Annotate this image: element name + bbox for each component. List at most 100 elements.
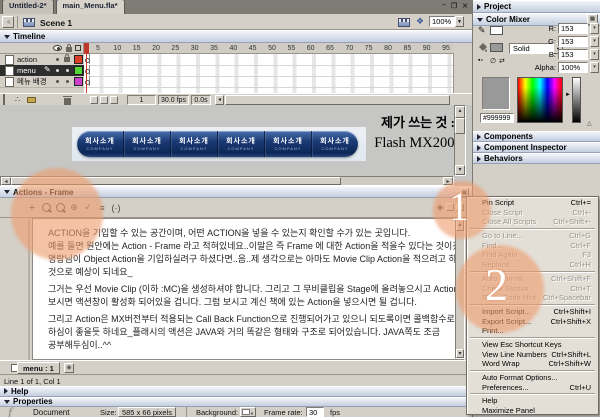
add-action-button[interactable]: + bbox=[26, 202, 38, 214]
menu-item[interactable]: Print... bbox=[468, 326, 597, 336]
component-inspector-panel-header[interactable]: Component Inspector bbox=[473, 142, 600, 153]
channel-stepper-button[interactable]: ▾ bbox=[590, 62, 599, 73]
framerate-input[interactable]: 30 bbox=[306, 407, 324, 417]
layer-outline-swatch[interactable] bbox=[74, 66, 83, 75]
onion-skin-outlines-button[interactable] bbox=[100, 96, 108, 104]
project-panel-header[interactable]: Project bbox=[473, 0, 600, 13]
stage-area[interactable]: 회사소개COMPANY회사소개COMPANY회사소개COMPANY회사소개COM… bbox=[0, 105, 472, 186]
layer-visible-dot[interactable] bbox=[56, 80, 59, 83]
back-button[interactable]: ◄ bbox=[2, 16, 14, 28]
scroll-left-arrow[interactable]: ◂ bbox=[1, 177, 11, 185]
debug-options-button[interactable]: ◈ bbox=[434, 202, 446, 214]
menu-item[interactable]: View Line NumbersCtrl+Shift+L bbox=[468, 350, 597, 360]
layer-visible-dot[interactable] bbox=[56, 58, 59, 61]
layer-row-menu-bg[interactable]: 메뉴 배경 bbox=[0, 76, 84, 88]
nav-item-company[interactable]: 회사소개COMPANY bbox=[312, 131, 358, 157]
lock-all-icon[interactable] bbox=[66, 47, 72, 52]
components-panel-header[interactable]: Components bbox=[473, 131, 600, 142]
nav-item-company[interactable]: 회사소개COMPANY bbox=[171, 131, 218, 157]
color-channel-input[interactable]: 100% bbox=[558, 62, 588, 73]
menu-item[interactable]: Import Script...Ctrl+Shift+I bbox=[468, 307, 597, 317]
show-code-hint-button[interactable]: (·) bbox=[110, 202, 122, 214]
menu-item[interactable]: Maximize Panel bbox=[468, 406, 597, 416]
view-options-button[interactable] bbox=[446, 203, 454, 211]
nav-item-company[interactable]: 회사소개COMPANY bbox=[124, 131, 171, 157]
color-channel-input[interactable]: 153 bbox=[558, 36, 588, 47]
scroll-down-arrow[interactable]: ▾ bbox=[456, 349, 464, 358]
edit-multiple-frames-button[interactable] bbox=[110, 96, 118, 104]
frame-rate-field[interactable]: 30.0 fps bbox=[158, 95, 189, 105]
help-panel-header[interactable]: Help bbox=[0, 386, 472, 397]
nav-item-company[interactable]: 회사소개COMPANY bbox=[218, 131, 265, 157]
pin-script-icon[interactable]: ◉ bbox=[64, 363, 74, 373]
channel-stepper-button[interactable]: ▾ bbox=[590, 23, 599, 34]
keyframe-cell[interactable] bbox=[84, 65, 90, 75]
no-color-icon[interactable]: ∅ bbox=[490, 57, 496, 65]
layer-outline-swatch[interactable] bbox=[74, 55, 83, 64]
stroke-color-swatch[interactable] bbox=[490, 26, 503, 35]
insert-target-path-button[interactable]: ⊕ bbox=[68, 202, 80, 214]
scroll-up-arrow[interactable]: ▴ bbox=[456, 220, 464, 231]
timeline-scrollbar-thumb[interactable] bbox=[225, 95, 450, 105]
brightness-slider[interactable] bbox=[572, 77, 581, 123]
fill-color-bucket-icon[interactable] bbox=[478, 42, 488, 52]
tab-untitled-2[interactable]: Untitled-2* bbox=[2, 0, 54, 14]
layer-lock-dot[interactable] bbox=[66, 80, 69, 83]
swap-colors-icon[interactable]: ⇄ bbox=[499, 57, 505, 65]
edit-scene-icon[interactable] bbox=[398, 18, 410, 27]
scroll-down-arrow[interactable]: ▾ bbox=[455, 165, 465, 175]
menu-item[interactable]: Preferences...Ctrl+U bbox=[468, 383, 597, 393]
script-tab-menu[interactable]: menu : 1 bbox=[17, 362, 60, 374]
stage-nav-bar[interactable]: 회사소개COMPANY회사소개COMPANY회사소개COMPANY회사소개COM… bbox=[77, 131, 358, 157]
layer-lock-dot[interactable] bbox=[66, 69, 69, 72]
color-channel-input[interactable]: 153 bbox=[558, 23, 588, 34]
menu-item[interactable]: Pin ScriptCtrl+= bbox=[468, 198, 597, 208]
scrollbar-thumb[interactable] bbox=[11, 177, 341, 185]
scroll-right-arrow[interactable]: ▸ bbox=[443, 177, 453, 185]
size-button[interactable]: 585 x 66 pixels bbox=[118, 407, 176, 417]
collapse-triangle-icon[interactable]: △ bbox=[587, 120, 592, 127]
timeline-ruler[interactable]: 5101520253035404550556065707580859095 bbox=[84, 43, 454, 54]
window-restore-button[interactable]: ❐ bbox=[451, 2, 457, 10]
timeline-scroll-left-arrow[interactable]: ◂ bbox=[215, 95, 224, 105]
reference-button[interactable] bbox=[456, 203, 464, 211]
show-hide-eye-icon[interactable] bbox=[53, 45, 62, 51]
check-syntax-button[interactable]: ✓ bbox=[82, 202, 94, 214]
onion-skin-button[interactable] bbox=[90, 96, 98, 104]
zoom-input[interactable]: 100% bbox=[429, 16, 455, 27]
nav-item-company[interactable]: 회사소개COMPANY bbox=[265, 131, 312, 157]
find-replace-button[interactable] bbox=[54, 202, 66, 214]
stage-vertical-scrollbar[interactable]: ▴ ▾ bbox=[454, 105, 466, 176]
menu-item[interactable]: Export Script...Ctrl+Shift+X bbox=[468, 317, 597, 327]
background-color-swatch[interactable]: ▼ bbox=[240, 407, 256, 417]
playhead-marker[interactable] bbox=[84, 43, 89, 54]
default-colors-icon[interactable]: ▪▫ bbox=[478, 57, 483, 64]
menu-item[interactable]: Auto Format Options... bbox=[468, 373, 597, 383]
keyframe-cell[interactable] bbox=[84, 76, 90, 86]
channel-stepper-button[interactable]: ▾ bbox=[590, 36, 599, 47]
timeline-panel-header[interactable]: Timeline bbox=[0, 30, 472, 43]
color-field[interactable] bbox=[517, 77, 563, 123]
script-scrollbar[interactable]: ▴ ▾ bbox=[455, 219, 465, 359]
brightness-slider-handle[interactable]: ► bbox=[565, 92, 571, 98]
frame-grid[interactable] bbox=[84, 54, 454, 93]
menu-item[interactable]: View Esc Shortcut Keys bbox=[468, 340, 597, 350]
edit-symbols-icon[interactable]: ❖ bbox=[416, 16, 424, 27]
stroke-color-pencil-icon[interactable]: ✎ bbox=[478, 25, 486, 36]
menu-item[interactable]: Help bbox=[468, 396, 597, 406]
nav-item-company[interactable]: 회사소개COMPANY bbox=[77, 131, 124, 157]
outline-all-icon[interactable] bbox=[75, 45, 81, 51]
scrollbar-thumb[interactable] bbox=[455, 118, 465, 134]
fill-color-swatch[interactable] bbox=[490, 43, 503, 52]
channel-stepper-button[interactable]: ▾ bbox=[590, 49, 599, 60]
window-close-button[interactable]: ✕ bbox=[462, 2, 468, 10]
add-motion-guide-button[interactable]: ∴ bbox=[15, 96, 20, 104]
color-channel-input[interactable]: 153 bbox=[558, 49, 588, 60]
script-pane[interactable]: ACTION을 기입할 수 있는 공간이며, 어떤 ACTION을 넣을 수 있… bbox=[32, 218, 464, 360]
zoom-dropdown-button[interactable]: ▼ bbox=[455, 16, 464, 27]
stage-horizontal-scrollbar[interactable]: ◂ ▸ bbox=[0, 176, 454, 186]
tab-main-menu-fla[interactable]: main_Menu.fla* bbox=[56, 0, 125, 14]
menu-item[interactable]: Word WrapCtrl+Shift+W bbox=[468, 359, 597, 369]
insert-folder-button[interactable] bbox=[27, 97, 36, 103]
find-button[interactable] bbox=[40, 202, 52, 214]
